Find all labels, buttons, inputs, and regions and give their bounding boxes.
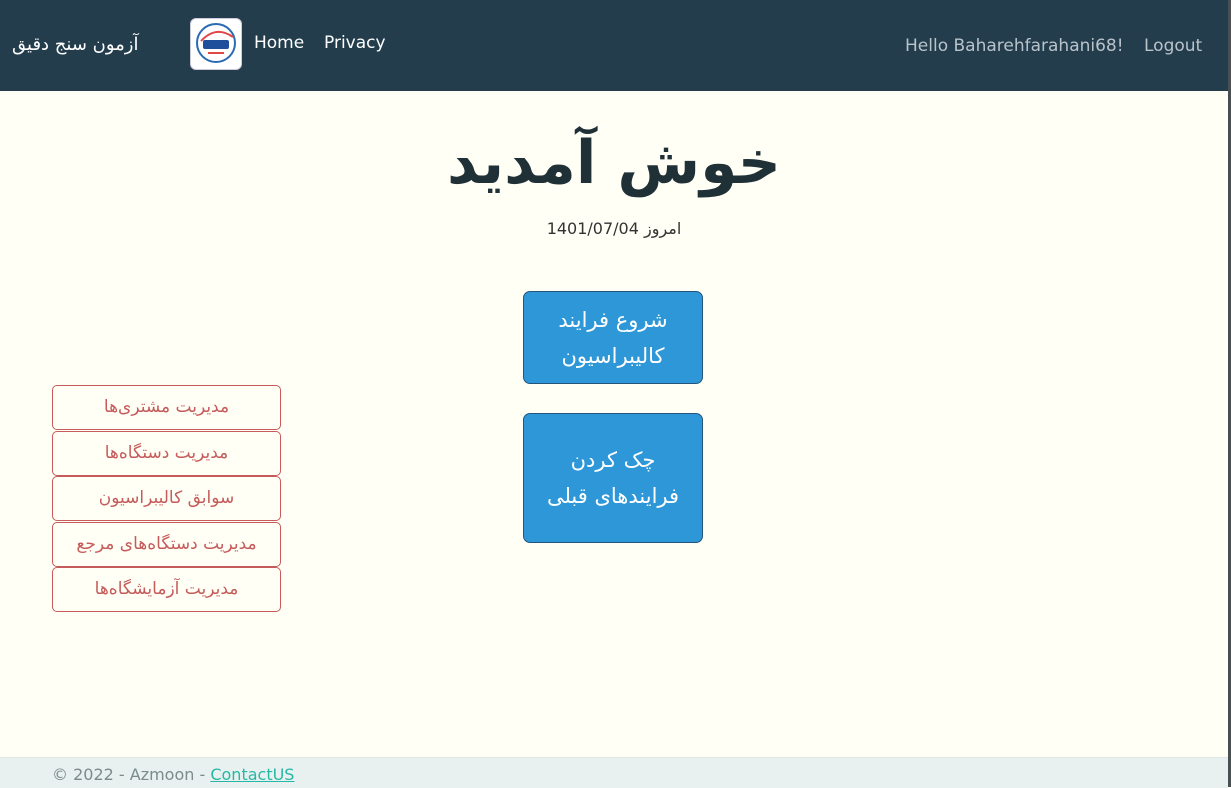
contact-us-link[interactable]: ContactUS	[210, 765, 294, 784]
footer: © 2022 - Azmoon - ContactUS	[0, 757, 1228, 788]
page-title: خوش آمدید	[446, 128, 782, 198]
manage-reference-devices-button[interactable]: مدیریت دستگاه‌های مرجع	[52, 522, 281, 567]
start-calibration-button[interactable]: شروع فرایند کالیبراسیون	[523, 291, 703, 384]
footer-text: © 2022 - Azmoon - ContactUS	[52, 765, 294, 784]
copyright-text: © 2022 - Azmoon -	[52, 765, 211, 784]
start-calibration-label: شروع فرایند کالیبراسیون	[558, 307, 668, 368]
check-previous-label: چک کردن فرایندهای قبلی	[546, 448, 680, 508]
check-previous-processes-button[interactable]: چک کردن فرایندهای قبلی	[523, 413, 703, 543]
today-date: امروز 1401/07/04	[546, 219, 682, 238]
nav-privacy-link[interactable]: Privacy	[324, 33, 386, 53]
manage-labs-button[interactable]: مدیریت آزمایشگاه‌ها	[52, 567, 281, 612]
logout-link[interactable]: Logout	[1144, 36, 1202, 56]
user-greeting[interactable]: Hello Baharehfarahani68!	[905, 36, 1124, 56]
calibration-history-button[interactable]: سوابق کالیبراسیون	[52, 476, 281, 521]
manage-customers-button[interactable]: مدیریت مشتری‌ها	[52, 385, 281, 430]
top-navbar: آزمون سنج دقیق Home Privacy Hello Bahare…	[0, 0, 1228, 91]
nav-home-link[interactable]: Home	[254, 33, 304, 53]
azmoon-logo-icon[interactable]	[190, 18, 242, 70]
brand-title[interactable]: آزمون سنج دقیق	[12, 34, 139, 55]
manage-devices-button[interactable]: مدیریت دستگاه‌ها	[52, 431, 281, 476]
